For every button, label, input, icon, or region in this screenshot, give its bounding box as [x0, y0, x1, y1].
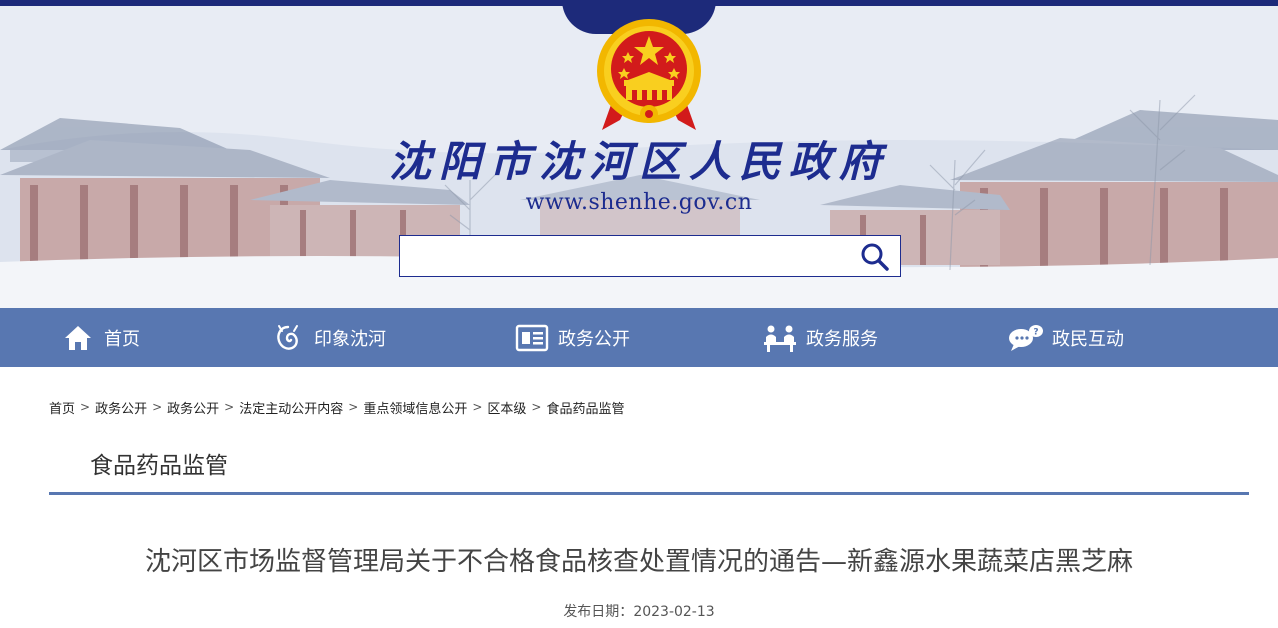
national-emblem-icon	[597, 19, 701, 130]
service-counter-icon	[762, 320, 798, 356]
breadcrumb-link[interactable]: 食品药品监管	[546, 398, 624, 417]
nav-item-interaction[interactable]: ? 政民互动	[1008, 308, 1124, 367]
site-url: www.shenhe.gov.cn	[525, 190, 753, 215]
publish-date-label: 发布日期：	[563, 604, 634, 620]
site-title: 沈阳市沈河区人民政府	[388, 137, 889, 186]
breadcrumb-separator: >	[224, 400, 235, 414]
breadcrumb-link[interactable]: 政务公开	[95, 398, 147, 417]
nav-item-label: 首页	[104, 328, 140, 350]
nav-item-label: 印象沈河	[314, 328, 386, 350]
breadcrumb-link[interactable]: 区本级	[487, 398, 526, 417]
nav-item-gov-affairs[interactable]: 政务公开	[514, 308, 630, 367]
breadcrumb-link[interactable]: 首页	[49, 398, 75, 417]
section-title: 食品药品监管	[90, 453, 228, 479]
nav-item-home[interactable]: 首页	[60, 308, 140, 367]
search-box	[399, 235, 901, 277]
search-input[interactable]	[400, 236, 840, 276]
chat-bubble-icon: ?	[1008, 320, 1044, 356]
publish-date: 发布日期：2023-02-13	[0, 601, 1278, 621]
nav-item-gov-services[interactable]: 政务服务	[762, 308, 878, 367]
breadcrumb-separator: >	[80, 400, 91, 414]
svg-text:?: ?	[1033, 327, 1038, 337]
breadcrumb-separator: >	[348, 400, 359, 414]
swirl-emblem-icon	[270, 320, 306, 356]
publish-date-value: 2023-02-13	[633, 604, 715, 620]
nav-item-label: 政务服务	[806, 328, 878, 350]
nav-item-label: 政民互动	[1052, 328, 1124, 350]
breadcrumb-link[interactable]: 法定主动公开内容	[239, 398, 343, 417]
breadcrumb-link[interactable]: 政务公开	[167, 398, 219, 417]
article-title: 沈河区市场监督管理局关于不合格食品核查处置情况的通告—新鑫源水果蔬菜店黑芝麻	[144, 547, 1133, 577]
section-divider	[49, 492, 1249, 495]
main-nav: 首页 印象沈河 政务公开 政务服务 ? 政民互动	[0, 308, 1278, 367]
home-icon	[60, 320, 96, 356]
nav-item-impression[interactable]: 印象沈河	[270, 308, 386, 367]
document-board-icon	[514, 320, 550, 356]
breadcrumb: 首页 > 政务公开 > 政务公开 > 法定主动公开内容 > 重点领域信息公开 >…	[49, 397, 624, 417]
breadcrumb-separator: >	[472, 400, 483, 414]
breadcrumb-separator: >	[152, 400, 163, 414]
search-icon[interactable]	[860, 242, 890, 272]
breadcrumb-link[interactable]: 重点领域信息公开	[363, 398, 467, 417]
nav-item-label: 政务公开	[558, 328, 630, 350]
header-banner: 沈阳市沈河区人民政府 www.shenhe.gov.cn	[0, 0, 1278, 308]
breadcrumb-separator: >	[531, 400, 542, 414]
